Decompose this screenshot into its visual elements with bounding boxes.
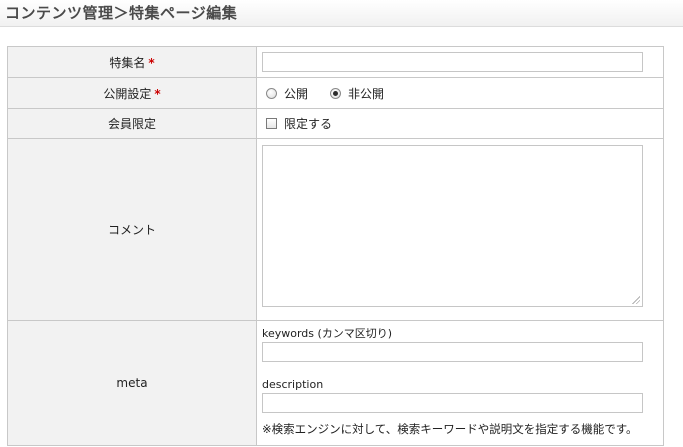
meta-label-cell: meta	[7, 320, 257, 446]
keywords-input[interactable]	[262, 342, 643, 362]
publish-option-private-label[interactable]: 非公開	[348, 85, 384, 102]
meta-help-note: ※検索エンジンに対して、検索キーワードや説明文を指定する機能です。	[262, 422, 638, 436]
publish-option-public-label[interactable]: 公開	[284, 85, 308, 102]
required-mark: *	[148, 55, 155, 70]
feature-edit-form: 特集名 * 公開設定 * 公開 非公開 会員限定 限定する コメント meta …	[7, 46, 664, 446]
form-row-comment: コメント	[7, 138, 664, 321]
member-only-field-cell: 限定する	[256, 108, 664, 139]
description-input[interactable]	[262, 393, 643, 413]
form-row-publish: 公開設定 * 公開 非公開	[7, 77, 664, 109]
member-only-label-cell: 会員限定	[7, 108, 257, 139]
keywords-label: keywords (カンマ区切り)	[262, 327, 393, 340]
member-only-checkbox[interactable]	[266, 118, 277, 129]
publish-radio-public[interactable]	[266, 87, 277, 99]
publish-label-cell: 公開設定 *	[7, 77, 257, 109]
feature-name-input[interactable]	[262, 52, 643, 72]
publish-label: 公開設定	[103, 86, 152, 101]
name-label: 特集名	[109, 55, 146, 70]
name-label-cell: 特集名 *	[7, 46, 257, 78]
resize-grip-icon[interactable]	[632, 296, 640, 304]
publish-field-cell: 公開 非公開	[256, 77, 664, 109]
required-mark: *	[154, 86, 161, 101]
form-row-member-only: 会員限定 限定する	[7, 108, 664, 139]
member-only-checkbox-label[interactable]: 限定する	[284, 115, 332, 132]
publish-radio-private[interactable]	[330, 87, 342, 99]
comment-label-cell: コメント	[7, 138, 257, 321]
member-only-check-group: 限定する	[266, 115, 663, 132]
comment-label: コメント	[107, 223, 156, 237]
meta-label: meta	[116, 376, 148, 390]
meta-field-cell: keywords (カンマ区切り) description ※検索エンジンに対し…	[256, 320, 664, 446]
page-header: コンテンツ管理＞特集ページ編集	[0, 0, 683, 27]
description-label: description	[262, 378, 324, 391]
form-row-name: 特集名 *	[7, 46, 664, 78]
form-row-meta: meta keywords (カンマ区切り) description ※検索エン…	[7, 320, 664, 446]
comment-field-cell	[256, 138, 664, 321]
page-title: コンテンツ管理＞特集ページ編集	[5, 4, 238, 22]
name-field-cell	[256, 46, 664, 78]
publish-radio-group: 公開 非公開	[266, 85, 663, 102]
member-only-label: 会員限定	[107, 117, 156, 131]
comment-textarea[interactable]	[262, 145, 643, 307]
